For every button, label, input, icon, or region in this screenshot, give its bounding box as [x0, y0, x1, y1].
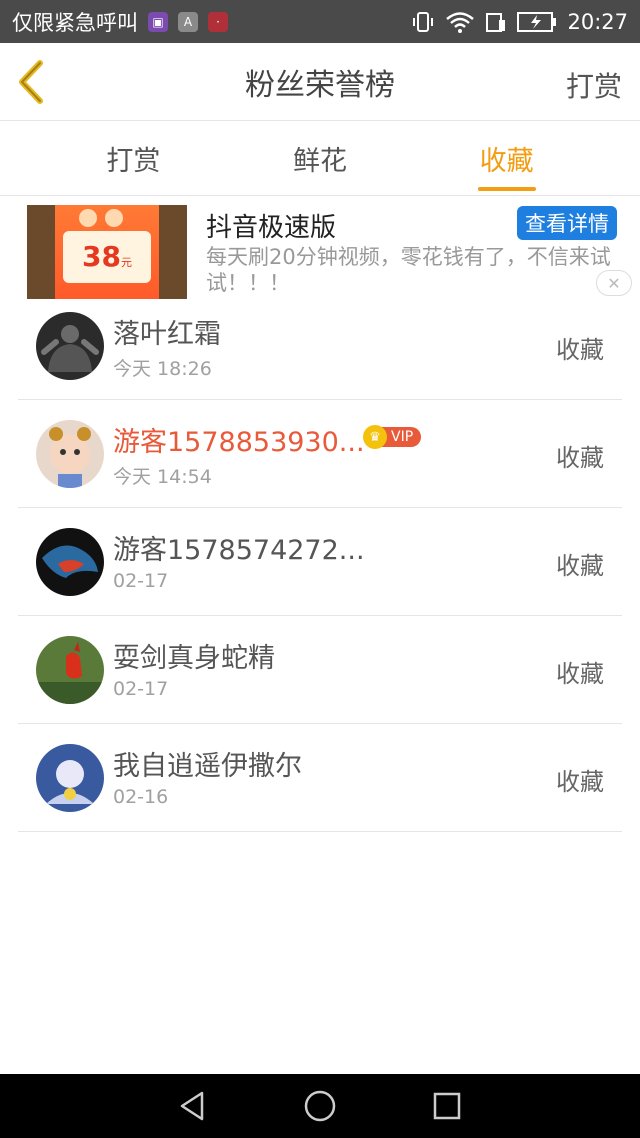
- close-ad-button[interactable]: ✕: [596, 270, 632, 296]
- list-item[interactable]: 游客1578853930... ♛ VIP 今天 14:54 收藏: [18, 400, 622, 508]
- tab-reward[interactable]: 打赏: [0, 121, 227, 195]
- ad-face-icon: [79, 209, 97, 227]
- avatar[interactable]: [36, 528, 104, 596]
- vip-badge: ♛ VIP: [363, 425, 422, 449]
- ad-title: 抖音极速版: [206, 213, 337, 243]
- home-circle-icon[interactable]: [303, 1089, 337, 1123]
- list-item[interactable]: 落叶红霜 今天 18:26 收藏: [18, 292, 622, 400]
- tab-label: 打赏: [106, 145, 161, 177]
- avatar[interactable]: [36, 744, 104, 812]
- action-label: 收藏: [556, 768, 604, 796]
- close-icon: ✕: [607, 273, 621, 293]
- red-app-icon: ·: [208, 11, 228, 32]
- ad-amount: 38: [82, 240, 121, 273]
- active-tab-indicator: [477, 187, 536, 191]
- chevron-left-icon: [19, 60, 43, 104]
- ad-description: 每天刷20分钟视频，零花钱有了，不信来试试！！！: [206, 245, 611, 295]
- vibrate-icon: [411, 10, 435, 34]
- wifi-icon: [445, 10, 475, 34]
- user-name: 落叶红霜: [113, 319, 221, 350]
- battery-icon: [517, 11, 557, 33]
- page-title: 粉丝荣誉榜: [245, 67, 395, 103]
- ad-unit: 元: [120, 256, 132, 269]
- user-name: 游客1578574272...: [113, 535, 365, 566]
- user-time: 今天 18:26: [113, 358, 212, 380]
- a-icon: A: [178, 11, 198, 32]
- back-button[interactable]: [14, 59, 54, 105]
- list-item[interactable]: 我自逍遥伊撒尔 02-16 收藏: [18, 724, 622, 832]
- view-details-button[interactable]: 查看详情: [517, 206, 617, 240]
- avatar[interactable]: [36, 312, 104, 380]
- back-triangle-icon[interactable]: [176, 1089, 210, 1123]
- gallery-icon: ▣: [148, 11, 168, 32]
- ad-coupon: 38元: [63, 231, 151, 283]
- tab-bar: 打赏 鲜花 收藏: [0, 121, 640, 196]
- status-left: 仅限紧急呼叫 ▣ A ·: [12, 7, 411, 37]
- sim-icon: [485, 10, 507, 34]
- carrier-text: 仅限紧急呼叫: [12, 10, 138, 35]
- status-time: 20:27: [567, 9, 628, 34]
- avatar[interactable]: [36, 420, 104, 488]
- user-name: 我自逍遥伊撒尔: [113, 751, 302, 782]
- crown-icon: ♛: [363, 425, 387, 449]
- action-label: 收藏: [556, 660, 604, 688]
- reward-button[interactable]: 打赏: [566, 65, 622, 105]
- user-time: 今天 14:54: [113, 466, 212, 488]
- ad-image[interactable]: 38元: [27, 205, 187, 299]
- ad-banner[interactable]: 38元 抖音极速版 查看详情 每天刷20分钟视频，零花钱有了，不信来试试！！！: [0, 198, 640, 302]
- ad-image-side: [27, 205, 55, 299]
- ad-face-icon: [105, 209, 123, 227]
- tab-favorites[interactable]: 收藏: [413, 121, 640, 195]
- tab-label: 收藏: [479, 145, 534, 177]
- user-time: 02-17: [113, 678, 169, 700]
- top-nav: 粉丝荣誉榜 打赏: [0, 43, 640, 121]
- user-time: 02-17: [113, 570, 169, 592]
- tab-flowers[interactable]: 鲜花: [227, 121, 414, 195]
- system-nav-bar: [0, 1074, 640, 1138]
- status-bar: 仅限紧急呼叫 ▣ A · 20:27: [0, 0, 640, 43]
- list-item[interactable]: 游客1578574272... 02-17 收藏: [18, 508, 622, 616]
- status-right: 20:27: [411, 10, 628, 34]
- action-label: 收藏: [556, 444, 604, 472]
- action-label: 收藏: [556, 552, 604, 580]
- avatar[interactable]: [36, 636, 104, 704]
- tab-label: 鲜花: [293, 145, 347, 177]
- ad-image-side: [159, 205, 187, 299]
- user-name: 耍剑真身蛇精: [113, 643, 275, 674]
- recents-square-icon[interactable]: [430, 1089, 464, 1123]
- list-item[interactable]: 耍剑真身蛇精 02-17 收藏: [18, 616, 622, 724]
- user-time: 02-16: [113, 786, 169, 808]
- fan-list: 落叶红霜 今天 18:26 收藏 游客1578853930... ♛ VIP 今…: [18, 292, 622, 832]
- action-label: 收藏: [556, 336, 604, 364]
- user-name: 游客1578853930...: [113, 427, 365, 458]
